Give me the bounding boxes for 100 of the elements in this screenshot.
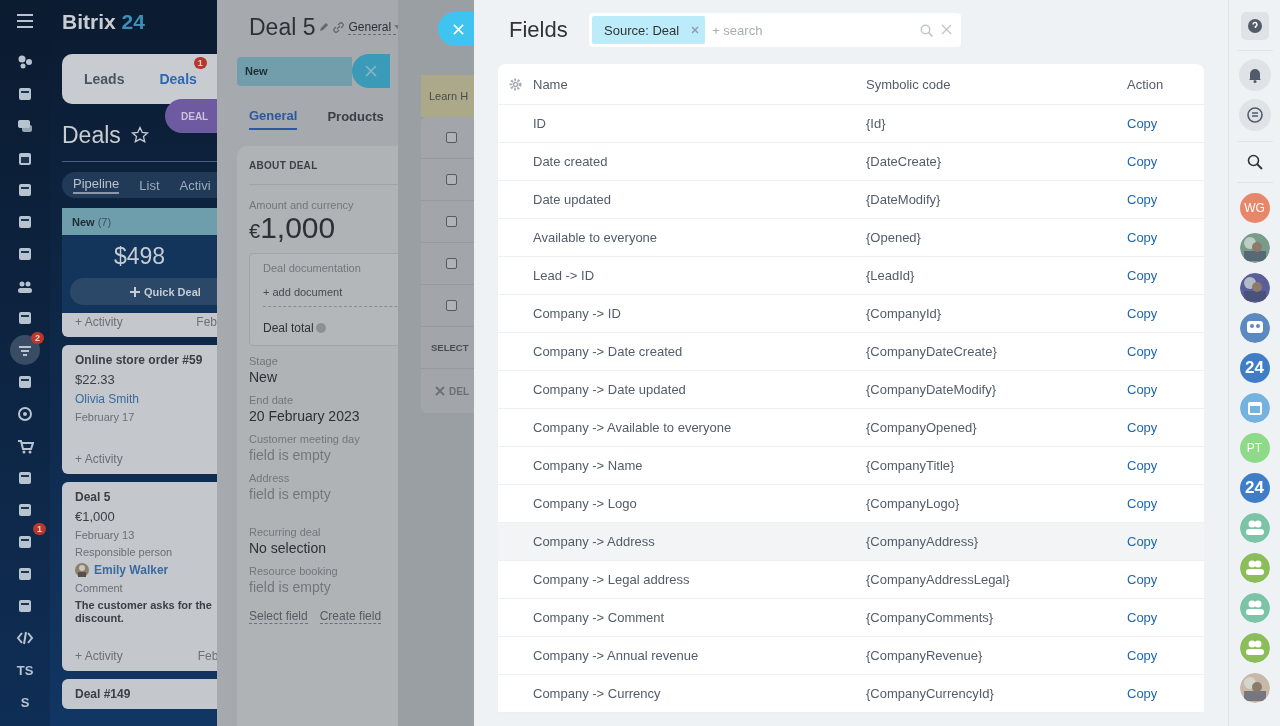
stage-header: New (7) (62, 208, 217, 235)
card-date: Feb (196, 315, 217, 329)
table-row[interactable]: ID {Id} Copy (498, 105, 1204, 143)
card-title: Online store order #59 (75, 353, 204, 367)
window-icon (16, 85, 34, 103)
table-cell-text: Company -> Legal address (533, 572, 691, 587)
table-row[interactable]: Company -> Available to everyone {CompanyOpened} Copy (498, 409, 1204, 447)
tab[interactable]: Leads (84, 71, 125, 87)
chat-button[interactable] (1238, 99, 1271, 131)
table-row[interactable]: Company -> Date updated {CompanyDateModify} Copy (498, 371, 1204, 409)
view-tab[interactable]: Activi (179, 177, 211, 193)
table-row[interactable]: Lead -> ID {LeadId} Copy (498, 257, 1204, 295)
table-cell-text: {DateModify} (866, 192, 942, 207)
star-icon[interactable] (130, 126, 149, 144)
table-row[interactable]: Date created {DateCreate} Copy (498, 143, 1204, 181)
view-tab[interactable]: List (139, 177, 160, 193)
nav-item[interactable]: S (8, 686, 42, 718)
table-row[interactable]: Date updated {DateModify} Copy (498, 181, 1204, 219)
card-date: February 17 (75, 411, 136, 423)
filter-chip[interactable]: Source: Deal (592, 16, 706, 44)
chat-avatar[interactable]: 24 (1239, 473, 1270, 503)
count-badge: 1 (193, 57, 207, 69)
person-link[interactable]: Emily Walker (94, 563, 169, 577)
stage-bar[interactable]: New (237, 56, 352, 86)
row-checkbox[interactable] (446, 300, 457, 311)
field-value: 20 February 2023 (249, 408, 361, 424)
menu-icon[interactable] (17, 14, 33, 28)
copy-link[interactable]: Copy (1127, 572, 1158, 587)
deal-card[interactable]: Deal 5 €1,000 February 13 Responsible person Emily Walker Comment The customer asks for the discount. + Activity Feb (62, 482, 217, 672)
close-icon (435, 386, 445, 396)
column-header: Symbolic code (866, 76, 952, 92)
table-row[interactable]: Company -> Currency {CompanyCurrencyId} Copy (498, 675, 1204, 713)
row-checkbox[interactable] (446, 132, 457, 143)
contact-link[interactable]: Olivia Smith (75, 392, 217, 406)
table-row[interactable]: Company -> Name {CompanyTitle} Copy (498, 447, 1204, 485)
copy-link[interactable]: Copy (1127, 268, 1158, 283)
close-icon (365, 65, 377, 77)
field-label: Stage (249, 355, 279, 367)
search-field[interactable]: Source: Deal + search (589, 13, 961, 47)
activity-link[interactable]: + Activity (75, 649, 123, 664)
field-link[interactable]: Create field (319, 609, 382, 624)
deal-card[interactable]: Online store order #59 $22.33 Olivia Smith February 17 + Activity (62, 345, 217, 474)
field-label: Responsible person (75, 546, 174, 558)
card-title: Deal #149 (75, 687, 132, 702)
table-row[interactable]: Company -> Date created {CompanyDateCreate} Copy (498, 333, 1204, 371)
copy-link[interactable]: Copy (1127, 116, 1158, 131)
help-button[interactable] (1240, 12, 1269, 40)
table-row[interactable]: Company -> Comment {CompanyComments} Copy (498, 599, 1204, 637)
table-cell-text: ID (533, 116, 547, 131)
copy-link[interactable]: Copy (1127, 420, 1158, 435)
row-checkbox[interactable] (446, 216, 457, 227)
copy-link[interactable]: Copy (1127, 230, 1158, 245)
field-label: Deal documentation (263, 262, 362, 274)
table-cell-text: {CompanyComments} (866, 610, 995, 625)
row-checkbox[interactable] (446, 258, 457, 269)
table-cell-text: {CompanyLogo} (866, 496, 961, 511)
page-title: Deals (62, 121, 121, 149)
copy-link[interactable]: Copy (1127, 382, 1158, 397)
deal-card[interactable]: Deal #149 (62, 679, 217, 710)
copy-link[interactable]: Copy (1127, 686, 1158, 701)
field-label: Customer meeting day (249, 433, 361, 445)
comment-text: The customer asks for the discount. (75, 599, 213, 625)
copy-link[interactable]: Copy (1127, 154, 1158, 169)
table-cell-text: Company -> Date created (533, 344, 684, 359)
table-cell-text: {CompanyCurrencyId} (866, 686, 995, 701)
count-badge: 2 (31, 332, 44, 344)
activity-link[interactable]: + Activity (75, 452, 123, 466)
row-checkbox[interactable] (446, 174, 457, 185)
copy-link[interactable]: Copy (1127, 496, 1158, 511)
view-tab[interactable]: Pipeline (73, 176, 120, 194)
copy-link[interactable]: Copy (1127, 192, 1158, 207)
field-link[interactable]: Select field (249, 609, 308, 624)
copy-link[interactable]: Copy (1127, 610, 1158, 625)
table-row[interactable]: Company -> ID {CompanyId} Copy (498, 295, 1204, 333)
field-label: Comment (75, 582, 124, 594)
copy-link[interactable]: Copy (1127, 344, 1158, 359)
activity-link[interactable]: + Activity (75, 315, 123, 329)
group-chat-icon[interactable] (1239, 313, 1270, 343)
table-cell-text: {LeadId} (866, 268, 916, 283)
table-row[interactable]: Company -> Annual revenue {CompanyRevenue} Copy (498, 637, 1204, 675)
table-row[interactable]: Company -> Address {CompanyAddress} Copy (498, 523, 1204, 561)
deal-tag: DEAL (165, 99, 217, 133)
copy-link[interactable]: Copy (1127, 534, 1158, 549)
nav-item[interactable]: TS (8, 654, 42, 686)
chat-avatar[interactable]: 24 (1239, 353, 1270, 383)
panel-title: Fields (509, 17, 569, 43)
table-row[interactable]: Company -> Legal address {CompanyAddressLegal} Copy (498, 561, 1204, 599)
deal-title: Deal 5 (249, 13, 316, 41)
table-cell-text: {CompanyDateCreate} (866, 344, 998, 359)
copy-link[interactable]: Copy (1127, 648, 1158, 663)
table-cell-text: Date updated (533, 192, 613, 207)
table-cell-text: Lead -> ID (533, 268, 596, 283)
notifications-button[interactable] (1238, 59, 1271, 91)
table-cell-text: {CompanyOpened} (866, 420, 978, 435)
quick-deal-button[interactable]: Quick Deal (70, 278, 217, 305)
copy-link[interactable]: Copy (1127, 458, 1158, 473)
tab[interactable]: Products (327, 108, 384, 130)
table-row[interactable]: Available to everyone {Opened} Copy (498, 219, 1204, 257)
code-icon (16, 629, 34, 647)
copy-link[interactable]: Copy (1127, 306, 1158, 321)
